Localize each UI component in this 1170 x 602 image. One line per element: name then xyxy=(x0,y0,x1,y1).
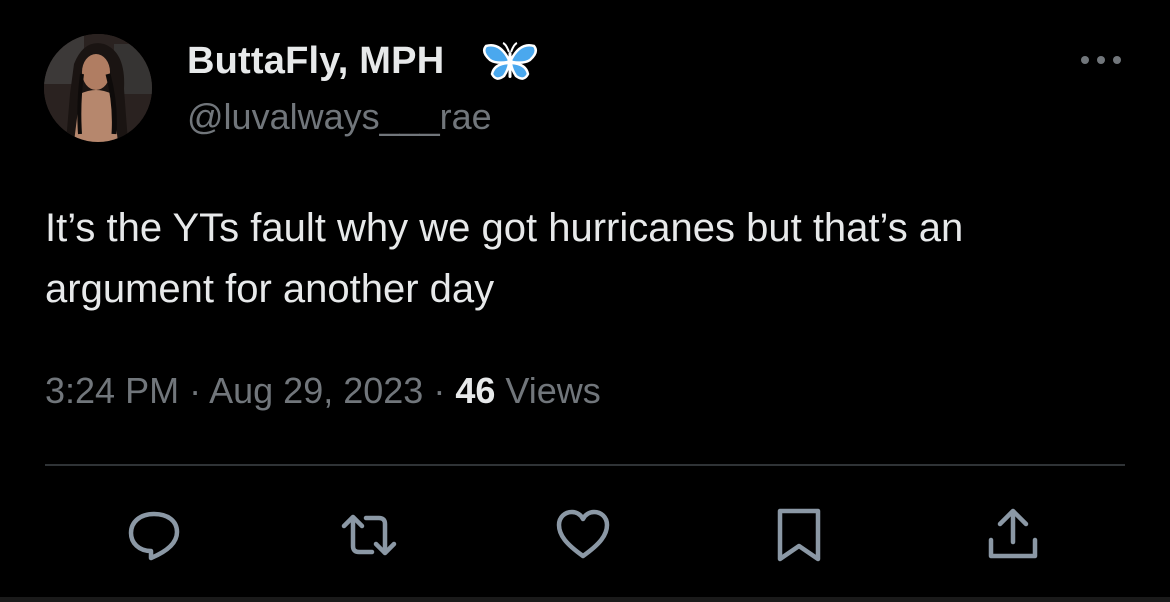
views-count: 46 xyxy=(455,370,496,411)
tweet-card: ButtaFly, MPH @luvalways___rae It’s the … xyxy=(0,0,1170,602)
bottom-border xyxy=(0,597,1170,602)
avatar-photo xyxy=(44,34,152,142)
display-name[interactable]: ButtaFly, MPH xyxy=(187,40,444,83)
retweet-icon xyxy=(341,514,397,556)
share-button[interactable] xyxy=(984,506,1042,564)
share-icon xyxy=(988,508,1038,559)
divider xyxy=(45,464,1125,466)
meta-separator: · xyxy=(433,370,446,411)
like-button[interactable] xyxy=(554,506,612,564)
views-label: Views xyxy=(505,370,601,411)
tweet-text: It’s the YTs fault why we got hurricanes… xyxy=(45,206,964,311)
heart-icon xyxy=(556,509,610,559)
more-options-icon[interactable] xyxy=(1078,50,1124,70)
retweet-button[interactable] xyxy=(340,506,398,564)
tweet-date[interactable]: Aug 29, 2023 xyxy=(209,370,423,411)
reply-button[interactable] xyxy=(125,506,183,564)
meta-separator: · xyxy=(189,370,202,411)
tweet-metadata: 3:24 PM · Aug 29, 2023 · 46 Views xyxy=(45,370,601,412)
tweet-time[interactable]: 3:24 PM xyxy=(45,370,179,411)
bookmark-icon xyxy=(777,508,821,562)
butterfly-icon xyxy=(482,40,538,84)
reply-icon xyxy=(128,511,180,561)
action-bar xyxy=(0,500,1170,570)
user-handle[interactable]: @luvalways___rae xyxy=(187,96,492,138)
avatar[interactable] xyxy=(44,34,152,142)
bookmark-button[interactable] xyxy=(770,506,828,564)
